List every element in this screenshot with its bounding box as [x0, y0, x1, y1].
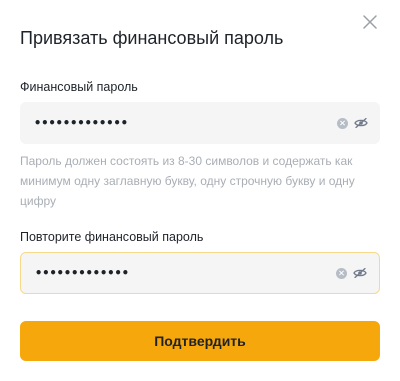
dialog-title: Привязать финансовый пароль — [20, 28, 284, 48]
clear-icon[interactable] — [336, 267, 347, 279]
financial-password-input[interactable]: ••••••••••••• — [20, 102, 380, 144]
repeat-password-label: Повторите финансовый пароль — [20, 230, 204, 244]
field-icons — [337, 117, 368, 129]
repeat-password-value[interactable]: ••••••••••••• — [35, 266, 336, 280]
repeat-password-input[interactable]: ••••••••••••• — [20, 252, 380, 294]
financial-password-label: Финансовый пароль — [20, 80, 138, 94]
confirm-button[interactable]: Подтвердить — [20, 321, 380, 361]
eye-off-icon[interactable] — [353, 268, 367, 278]
password-requirements-hint: Пароль должен состоять из 8-30 символов … — [20, 154, 355, 208]
field-icons — [336, 267, 367, 279]
eye-off-icon[interactable] — [354, 118, 368, 128]
bind-financial-password-dialog: Привязать финансовый пароль Финансовый п… — [0, 0, 400, 381]
clear-icon[interactable] — [337, 117, 348, 129]
financial-password-value[interactable]: ••••••••••••• — [34, 116, 337, 130]
close-icon[interactable] — [362, 14, 378, 30]
